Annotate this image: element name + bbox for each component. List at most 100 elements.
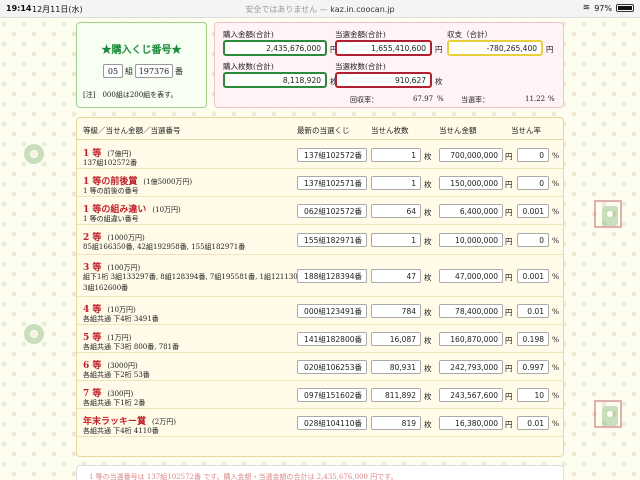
- winning-count: 1: [371, 233, 421, 247]
- header-rate: 当せん率: [511, 126, 541, 135]
- prize-description: 各組共通 下1桁 2番: [83, 399, 146, 407]
- yen-unit: 円: [505, 420, 513, 429]
- prize-description: 組下1桁 3組133297番, 8組128394番, 7組195581番, 1組…: [83, 273, 307, 281]
- mai-unit: 枚: [424, 336, 432, 345]
- winning-count: 1: [371, 148, 421, 162]
- winning-count: 811,892: [371, 388, 421, 402]
- winning-money: 150,000,000: [439, 176, 503, 190]
- winning-money: 10,000,000: [439, 233, 503, 247]
- mai-unit: 枚: [424, 420, 432, 429]
- mai-unit: 枚: [424, 237, 432, 246]
- wifi-icon: ≋: [582, 3, 591, 13]
- percent-unit: %: [552, 272, 560, 281]
- prize-description: 137組102572番: [83, 159, 138, 167]
- latest-winning-number: 062組102572番: [297, 204, 367, 218]
- winning-count: 819: [371, 416, 421, 430]
- latest-winning-number: 188組128394番: [297, 269, 367, 283]
- latest-winning-number: 020組106253番: [297, 360, 367, 374]
- lottery-number-title: ★購入くじ番号★: [101, 45, 182, 56]
- percent-unit: %: [437, 95, 444, 103]
- percent-unit: %: [552, 363, 560, 372]
- winning-rate: 10: [517, 388, 549, 402]
- yen-unit: 円: [505, 336, 513, 345]
- address-bar[interactable]: 安全ではありません — kaz.in.coocan.jp: [0, 4, 640, 15]
- prize-amount: (2万円): [152, 418, 176, 426]
- prize-description: 85組166350番, 42組192958番, 155組182971番: [83, 243, 246, 251]
- prize-description: 1 等の前後の番号: [83, 187, 139, 195]
- winning-money: 160,870,000: [439, 332, 503, 346]
- winning-rate: 0.198: [517, 332, 549, 346]
- winning-rate: 0.01: [517, 304, 549, 318]
- table-row: 3 等 (100万円) 組下1桁 3組133297番, 8組128394番, 7組1…: [77, 255, 563, 297]
- winning-money: 6,400,000: [439, 204, 503, 218]
- lucky-charm-icon: [20, 320, 48, 348]
- percent-unit: %: [552, 179, 560, 188]
- latest-winning-number: 097組151602番: [297, 388, 367, 402]
- yen-unit: 円: [505, 392, 513, 401]
- lottery-number-panel: ★購入くじ番号★ 05 組 197376 番 [注] 000組は200組を表す。: [76, 22, 207, 108]
- winning-money: 243,567,600: [439, 388, 503, 402]
- table-row: 7 等 (300円) 各組共通 下1桁 2番 097組151602番 811,892 枚 2…: [77, 381, 563, 409]
- buy-count-label: 購入枚数(合計): [223, 62, 274, 71]
- battery-icon: [616, 4, 634, 12]
- prize-description: 1 等の組違い番号: [83, 215, 139, 223]
- latest-winning-number: 000組123491番: [297, 304, 367, 318]
- prize-amount: (10万円): [152, 206, 181, 214]
- winning-rate: 0.997: [517, 360, 549, 374]
- group-input[interactable]: 05: [103, 64, 123, 78]
- lucky-charm-icon: [594, 200, 622, 228]
- winning-count: 47: [371, 269, 421, 283]
- lucky-charm-icon: [594, 400, 622, 428]
- table-row: 年末ラッキー賞 (2万円) 各組共通 下4桁 4110番 028組104110番 819…: [77, 409, 563, 437]
- winning-count: 1: [371, 176, 421, 190]
- winning-money: 242,793,000: [439, 360, 503, 374]
- prize-amount: (1万円): [107, 334, 132, 342]
- prize-table: 等級／当せん金額／当選番号 最新の当選くじ 当せん枚数 当せん金額 当せん率 1…: [76, 117, 564, 457]
- win-amount-field: 1,655,410,600: [335, 40, 432, 56]
- percent-unit: %: [552, 335, 560, 344]
- winning-count: 16,087: [371, 332, 421, 346]
- mai-unit: 枚: [424, 308, 432, 317]
- winning-money: 700,000,000: [439, 148, 503, 162]
- latest-winning-number: 137組102572番: [297, 148, 367, 162]
- percent-unit: %: [552, 419, 560, 428]
- balance-label: 収支（合計）: [447, 30, 492, 39]
- yen-unit: 円: [546, 45, 554, 54]
- number-input[interactable]: 197376: [135, 64, 173, 78]
- mai-unit: 枚: [424, 273, 432, 282]
- group-unit: 組: [125, 66, 133, 76]
- mai-unit: 枚: [424, 180, 432, 189]
- prize-description: 各組共通 下2桁 53番: [83, 371, 150, 379]
- bottom-text: 1 等の当選番号は 137組102572番 です。購入金額・当選金額の合計は 2…: [89, 473, 398, 480]
- yen-unit: 円: [505, 237, 513, 246]
- prize-amount: (7億円): [107, 150, 132, 158]
- winning-rate: 0.01: [517, 416, 549, 430]
- table-header: 等級／当せん金額／当選番号 最新の当選くじ 当せん枚数 当せん金額 当せん率: [77, 118, 563, 140]
- yen-unit: 円: [505, 273, 513, 282]
- win-count-field: 910,627: [335, 72, 432, 88]
- yen-unit: 円: [505, 308, 513, 317]
- table-row: 1 等の組み違い (10万円) 1 等の組違い番号 062組102572番 64 枚 6,4…: [77, 197, 563, 225]
- percent-unit: %: [548, 95, 555, 103]
- header-money: 当せん金額: [439, 126, 477, 135]
- buy-amount-label: 購入金額(合計): [223, 30, 274, 39]
- winning-money: 16,380,000: [439, 416, 503, 430]
- table-row: 5 等 (1万円) 各組共通 下3桁 800番, 781番 141組182800番 16…: [77, 325, 563, 353]
- prize-amount: (10万円): [107, 306, 136, 314]
- winning-rate: 0: [517, 233, 549, 247]
- recovery-rate-value: 67.97: [413, 95, 434, 103]
- table-row: 6 等 (3000円) 各組共通 下2桁 53番 020組106253番 80,931 枚…: [77, 353, 563, 381]
- prize-amount: (1億5000万円): [143, 178, 193, 186]
- winning-rate: 0: [517, 148, 549, 162]
- winning-count: 64: [371, 204, 421, 218]
- percent-unit: %: [552, 236, 560, 245]
- table-row: 1 等 (7億円) 137組102572番 137組102572番 1 枚 700,000,…: [77, 141, 563, 169]
- winning-rate: 0: [517, 176, 549, 190]
- header-prize: 等級／当せん金額／当選番号: [83, 126, 181, 135]
- summary-panel: 購入金額(合計) 2,435,676,000 円 当選金額(合計) 1,655,…: [214, 22, 564, 108]
- latest-winning-number: 028組104110番: [297, 416, 367, 430]
- table-row: 2 等 (1000万円) 85組166350番, 42組192958番, 155組1…: [77, 225, 563, 255]
- yen-unit: 円: [435, 45, 443, 54]
- balance-field: -780,265,400: [447, 40, 543, 56]
- mai-unit: 枚: [435, 77, 443, 86]
